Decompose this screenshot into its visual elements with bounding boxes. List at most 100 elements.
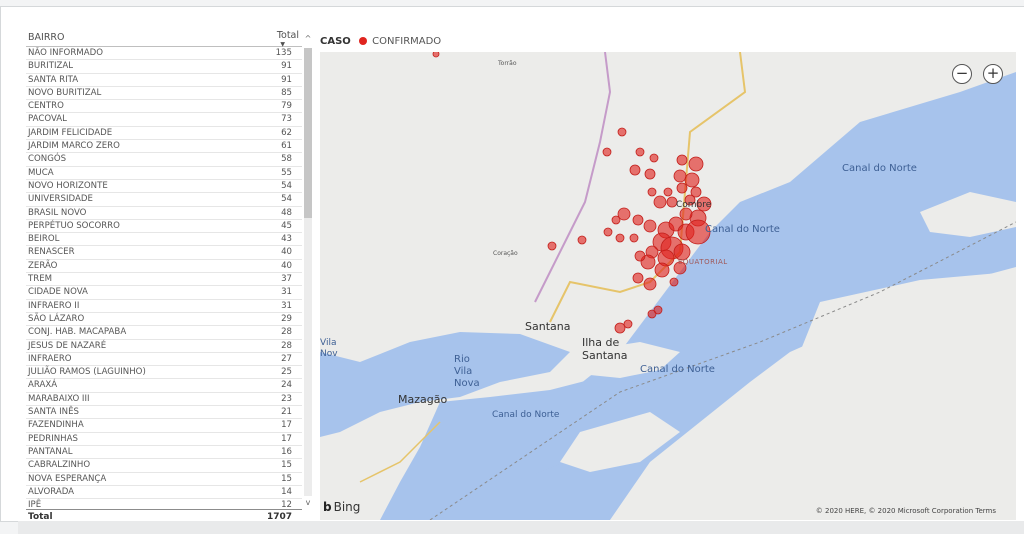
map-base-svg xyxy=(320,52,1016,520)
case-bubble[interactable] xyxy=(614,322,626,334)
row-bairro-name: ALVORADA xyxy=(28,486,75,497)
map-label-ilha-santana: Ilha de Santana xyxy=(582,336,628,362)
case-bubble[interactable] xyxy=(635,147,645,157)
table-row[interactable]: FAZENDINHA 17 xyxy=(26,419,302,433)
row-total-value: 37 xyxy=(281,274,292,285)
case-bubble[interactable] xyxy=(611,215,621,225)
case-bubble[interactable] xyxy=(632,272,644,284)
case-bubble[interactable] xyxy=(653,195,667,209)
case-bubble[interactable] xyxy=(647,187,657,197)
table-row[interactable]: TREM 37 xyxy=(26,273,302,287)
map-label-vila-nova-left: Vila Nova xyxy=(320,338,338,359)
table-row[interactable]: INFRAERO 27 xyxy=(26,353,302,367)
row-bairro-name: BRASIL NOVO xyxy=(28,207,87,218)
table-row[interactable]: JESUS DE NAZARÉ 28 xyxy=(26,340,302,353)
table-row[interactable]: ARAXÁ 24 xyxy=(26,379,302,393)
case-bubble[interactable] xyxy=(577,235,587,245)
table-row[interactable]: PERPÉTUO SOCORRO 45 xyxy=(26,220,302,234)
table-row[interactable]: IPÊ 12 xyxy=(26,499,302,509)
case-bubble[interactable] xyxy=(632,214,644,226)
case-bubble[interactable] xyxy=(643,219,657,233)
column-header-bairro[interactable]: BAIRRO xyxy=(28,32,65,43)
case-bubble[interactable] xyxy=(615,233,625,243)
table-row[interactable]: ZERÃO 40 xyxy=(26,260,302,274)
row-bairro-name: NOVO HORIZONTE xyxy=(28,180,108,191)
case-bubble[interactable] xyxy=(432,52,440,58)
table-row[interactable]: CENTRO 79 xyxy=(26,100,302,114)
case-bubble[interactable] xyxy=(653,305,663,315)
table-row[interactable]: MARABAIXO III 23 xyxy=(26,393,302,407)
row-bairro-name: JARDIM MARCO ZERO xyxy=(28,141,120,152)
case-bubble[interactable] xyxy=(684,172,700,188)
row-total-value: 23 xyxy=(281,393,292,404)
case-bubble[interactable] xyxy=(676,154,688,166)
case-bubble[interactable] xyxy=(669,277,679,287)
table-row[interactable]: SÃO LÁZARO 29 xyxy=(26,313,302,327)
row-bairro-name: IPÊ xyxy=(28,500,42,509)
case-bubble[interactable] xyxy=(629,233,639,243)
table-footer: Total 1707 xyxy=(26,509,302,523)
table-row[interactable]: CIDADE NOVA 31 xyxy=(26,286,302,300)
case-bubble[interactable] xyxy=(602,147,612,157)
case-bubble[interactable] xyxy=(644,168,656,180)
map-label-equatorial: EQUATORIAL xyxy=(678,258,728,266)
scrollbar-thumb[interactable] xyxy=(304,48,312,218)
table-row[interactable]: ALVORADA 14 xyxy=(26,486,302,500)
legend-item-confirmado[interactable]: CONFIRMADO xyxy=(372,36,441,47)
table-row[interactable]: JULIÃO RAMOS (LAGUINHO) 25 xyxy=(26,366,302,380)
case-bubble[interactable] xyxy=(654,262,670,278)
table-row[interactable]: NOVO HORIZONTE 54 xyxy=(26,180,302,194)
table-row[interactable]: MUCA 55 xyxy=(26,167,302,180)
row-bairro-name: PACOVAL xyxy=(28,114,67,125)
case-bubble[interactable] xyxy=(629,164,641,176)
legend-dot-icon xyxy=(358,37,367,45)
table-row[interactable]: UNIVERSIDADE 54 xyxy=(26,193,302,207)
case-bubble[interactable] xyxy=(634,250,646,262)
row-bairro-name: CIDADE NOVA xyxy=(28,287,88,298)
row-total-value: 31 xyxy=(281,287,292,298)
footer-total: 1707 xyxy=(266,512,292,522)
map-copyright[interactable]: © 2020 HERE, © 2020 Microsoft Corporatio… xyxy=(816,507,996,515)
case-bubble[interactable] xyxy=(603,227,613,237)
table-row[interactable]: RENASCER 40 xyxy=(26,246,302,260)
zoom-in-button[interactable]: + xyxy=(983,64,1003,84)
bing-map[interactable]: Canal do Norte Canal do Norte Canal do N… xyxy=(320,52,1016,520)
case-bubble[interactable] xyxy=(673,169,687,183)
table-row[interactable]: CONJ. HAB. MACAPABA 28 xyxy=(26,326,302,340)
case-bubble[interactable] xyxy=(688,156,704,172)
table-row[interactable]: SANTA INÊS 21 xyxy=(26,406,302,420)
scroll-up-icon[interactable]: ^ xyxy=(303,34,313,43)
case-bubble[interactable] xyxy=(623,319,633,329)
column-header-total[interactable]: Total ▼ xyxy=(277,30,299,48)
case-bubble[interactable] xyxy=(649,153,659,163)
table-row[interactable]: PACOVAL 73 xyxy=(26,113,302,127)
row-bairro-name: BEIROL xyxy=(28,234,60,245)
table-row[interactable]: CABRALZINHO 15 xyxy=(26,459,302,473)
bairro-table: BAIRRO Total ▼ NÃO INFORMADO 135 BURITIZAL… xyxy=(26,30,302,522)
table-row[interactable]: BURITIZAL 91 xyxy=(26,60,302,74)
table-row[interactable]: BRASIL NOVO 48 xyxy=(26,207,302,220)
table-row[interactable]: INFRAERO II 31 xyxy=(26,300,302,313)
row-bairro-name: UNIVERSIDADE xyxy=(28,194,93,205)
table-row[interactable]: SANTA RITA 91 xyxy=(26,74,302,87)
table-row[interactable]: NOVO BURITIZAL 85 xyxy=(26,87,302,101)
table-row[interactable]: PEDRINHAS 17 xyxy=(26,433,302,446)
table-row[interactable]: BEIROL 43 xyxy=(26,233,302,247)
row-bairro-name: INFRAERO xyxy=(28,353,72,364)
case-bubble[interactable] xyxy=(643,277,657,291)
zoom-out-button[interactable]: − xyxy=(952,64,972,84)
table-row[interactable]: JARDIM FELICIDADE 62 xyxy=(26,127,302,141)
case-bubble[interactable] xyxy=(676,182,688,194)
case-bubble[interactable] xyxy=(617,127,627,137)
case-bubble[interactable] xyxy=(547,241,557,251)
row-bairro-name: JESUS DE NAZARÉ xyxy=(28,340,107,351)
table-row[interactable]: NOVA ESPERANÇA 15 xyxy=(26,473,302,486)
table-row[interactable]: CONGÓS 58 xyxy=(26,153,302,167)
table-row[interactable]: NÃO INFORMADO 135 xyxy=(26,47,302,61)
table-row[interactable]: JARDIM MARCO ZERO 61 xyxy=(26,140,302,154)
row-total-value: 28 xyxy=(281,340,292,351)
case-bubble[interactable] xyxy=(663,187,673,197)
row-total-value: 40 xyxy=(281,247,292,258)
table-row[interactable]: PANTANAL 16 xyxy=(26,446,302,460)
scroll-down-icon[interactable]: v xyxy=(303,498,313,507)
